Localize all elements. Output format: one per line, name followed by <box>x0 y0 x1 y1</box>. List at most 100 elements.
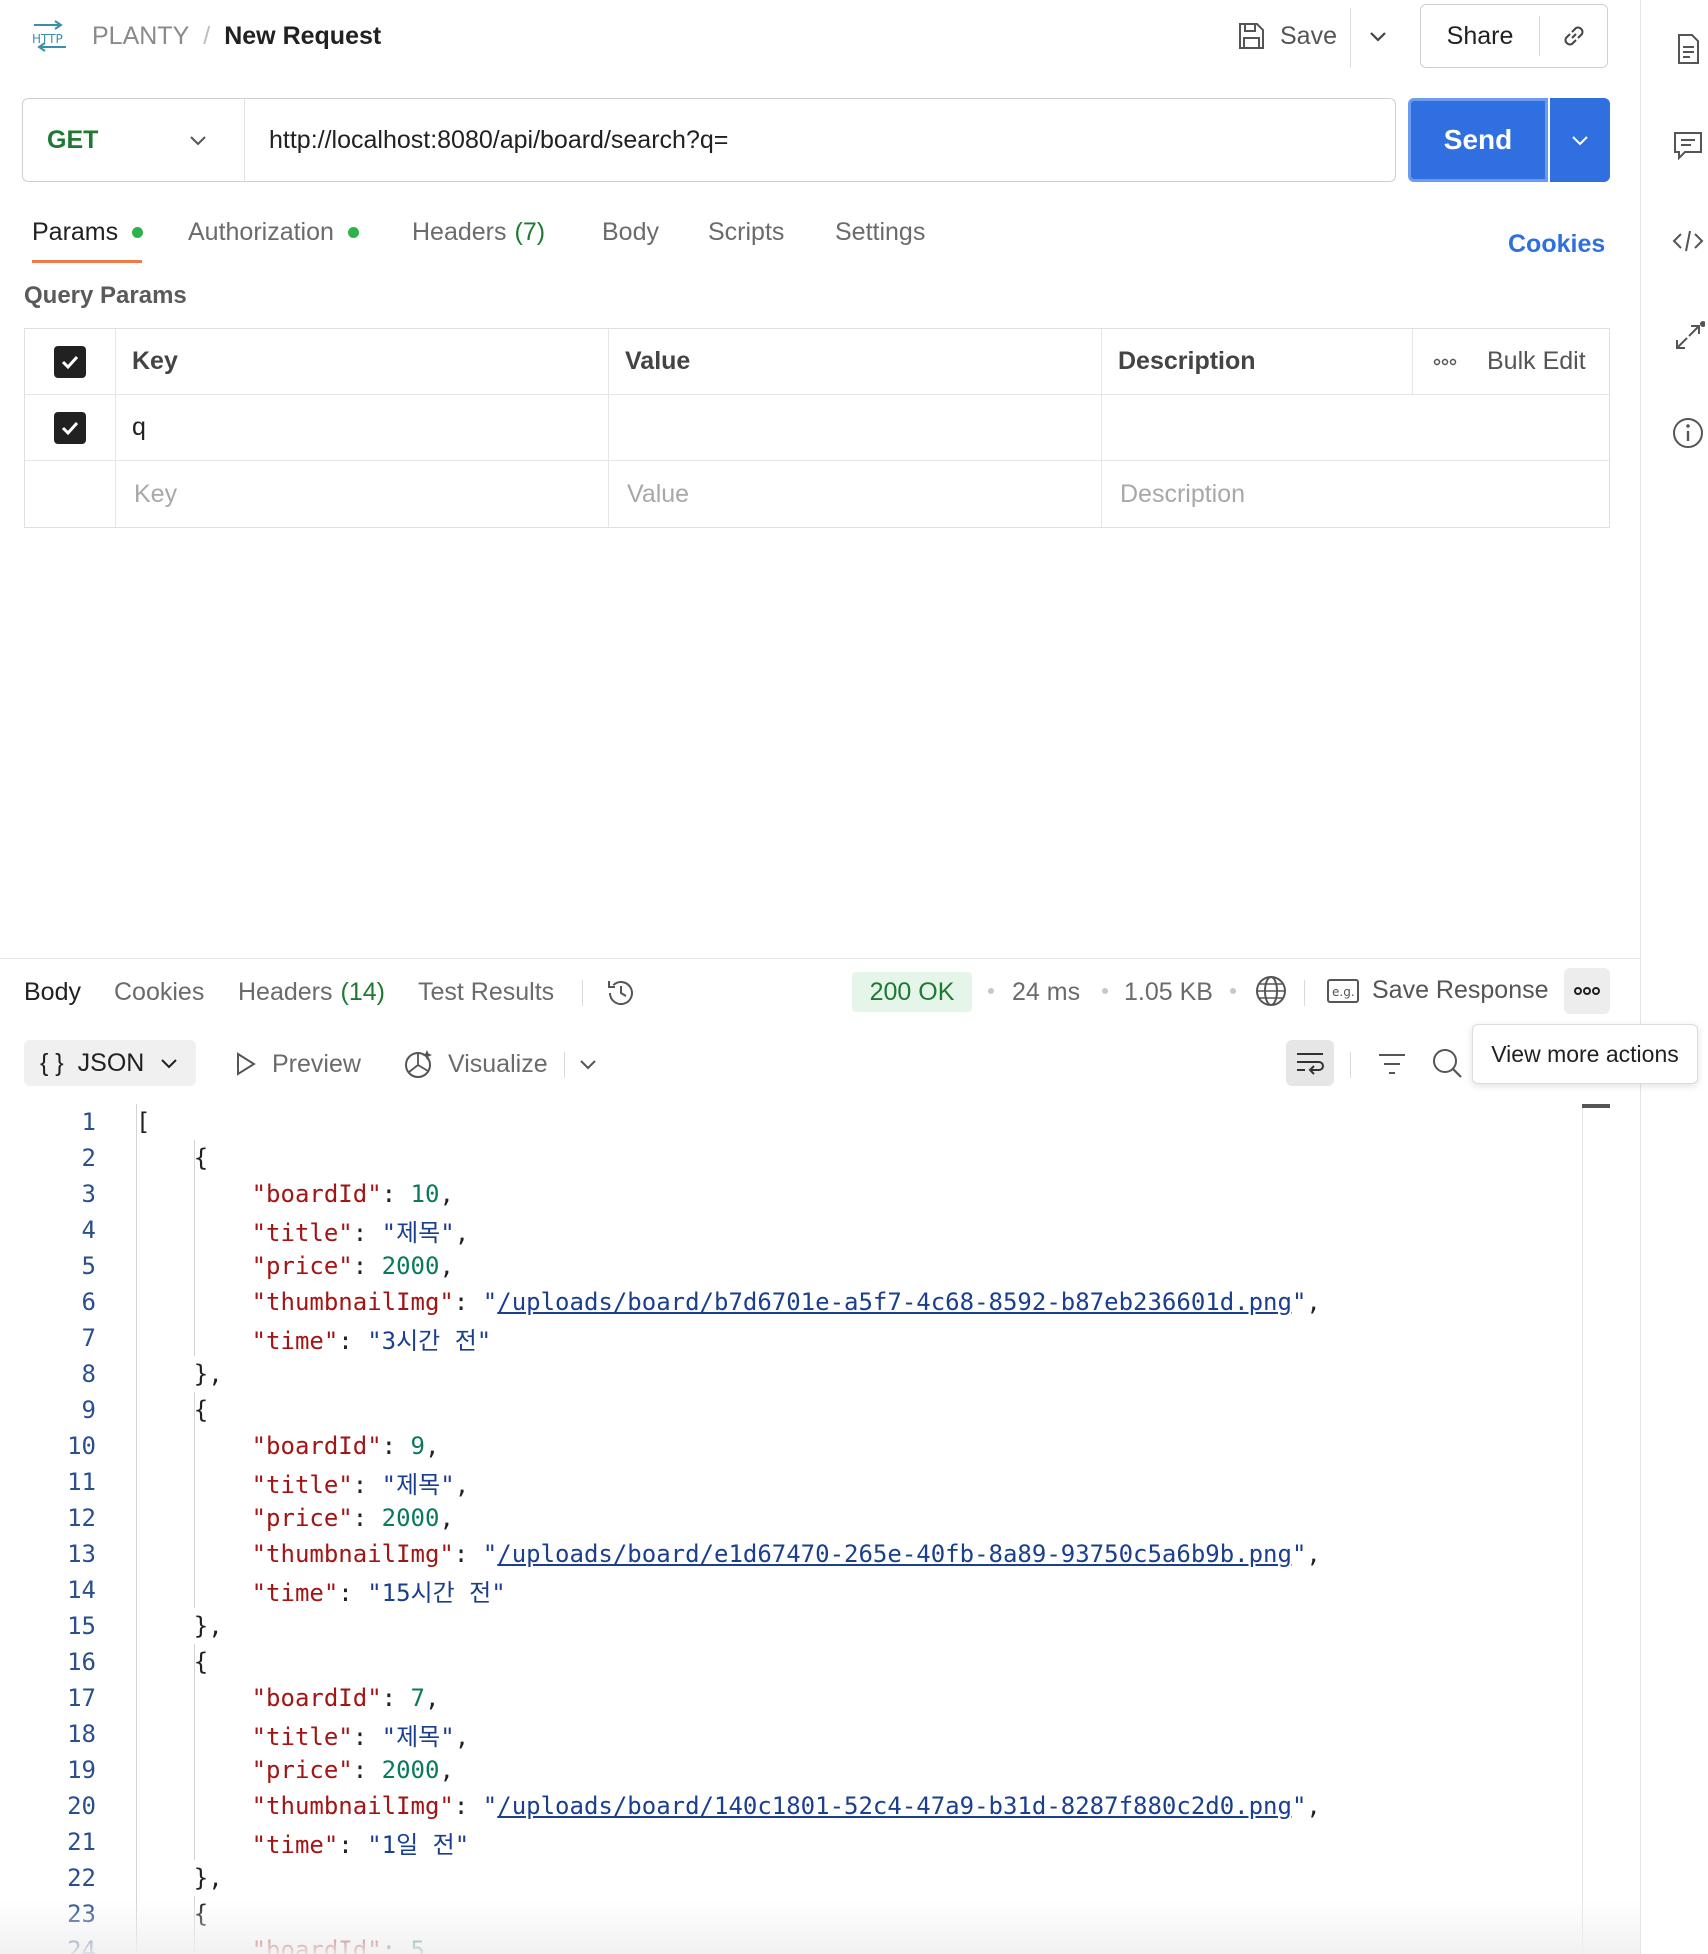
line-number: 17 <box>67 1684 96 1712</box>
related-collections-icon[interactable] <box>1671 320 1705 354</box>
bottom-fade <box>0 1900 1640 1954</box>
param-enabled-checkbox[interactable] <box>54 411 86 444</box>
tab-count: (7) <box>514 217 546 246</box>
code-text: "thumbnailImg": "/uploads/board/140c1801… <box>251 1792 1321 1820</box>
tab-label: Params <box>32 217 119 246</box>
url-input[interactable]: http://localhost:8080/api/board/search?q… <box>245 126 728 155</box>
svg-text:e.g.: e.g. <box>1332 985 1355 999</box>
code-text: "boardId": 7, <box>251 1684 440 1712</box>
line-number: 12 <box>67 1504 96 1532</box>
send-button[interactable]: Send <box>1408 98 1548 182</box>
wrap-lines-button[interactable] <box>1286 1040 1334 1086</box>
response-body-code-view[interactable]: 1[2 {3 "boardId": 10, 4 "title": "제목", 5 "… <box>0 1104 1590 1954</box>
code-text: "price": 2000, <box>251 1504 454 1532</box>
documentation-icon[interactable] <box>1671 32 1705 66</box>
response-size[interactable]: 1.05 KB <box>1124 978 1213 1007</box>
tab-scripts[interactable]: Scripts <box>708 214 784 250</box>
share-button[interactable]: Share <box>1421 22 1539 51</box>
code-scrollbar[interactable] <box>1582 1104 1583 1954</box>
save-options-chevron-down-icon[interactable] <box>1364 22 1392 50</box>
send-options-chevron-down-icon[interactable] <box>1550 98 1610 182</box>
line-number: 14 <box>67 1576 96 1604</box>
save-button[interactable]: Save <box>1236 12 1337 60</box>
status-dot <box>132 226 144 238</box>
status-badge[interactable]: 200 OK <box>852 972 972 1012</box>
code-line: 17 "boardId": 7, <box>0 1680 1590 1716</box>
json-braces-icon: { } <box>40 1048 64 1077</box>
response-tab-test-results[interactable]: Test Results <box>418 974 554 1010</box>
chevron-down-icon <box>186 128 210 152</box>
save-response-label: Save Response <box>1372 976 1549 1004</box>
network-globe-icon[interactable] <box>1254 974 1288 1008</box>
code-text: "title": "제목", <box>251 1218 470 1247</box>
tab-headers[interactable]: Headers (7) <box>412 214 545 250</box>
param-description-input[interactable] <box>1102 395 1611 460</box>
row-check-cell <box>25 395 116 460</box>
http-method-select[interactable]: GET <box>23 99 245 181</box>
code-text: "price": 2000, <box>251 1756 454 1784</box>
tab-settings[interactable]: Settings <box>835 214 925 250</box>
tab-body[interactable]: Body <box>602 214 659 250</box>
copy-link-icon[interactable] <box>1540 21 1607 51</box>
new-key-input[interactable]: Key <box>116 461 609 527</box>
share-group: Share <box>1420 4 1608 68</box>
tab-authorization[interactable]: Authorization <box>188 214 359 250</box>
tab-params[interactable]: Params <box>32 214 144 250</box>
view-more-actions-button[interactable] <box>1564 968 1610 1014</box>
info-icon[interactable] <box>1671 416 1705 450</box>
save-response-button[interactable]: e.g. Save Response <box>1326 976 1549 1005</box>
code-line: 10 "boardId": 9, <box>0 1428 1590 1464</box>
code-line: 16 { <box>0 1644 1590 1680</box>
code-line: 1[ <box>0 1104 1590 1140</box>
response-time[interactable]: 24 ms <box>1012 978 1080 1007</box>
request-url-bar: GET http://localhost:8080/api/board/sear… <box>22 98 1396 182</box>
svg-text:HTTP: HTTP <box>32 32 63 46</box>
comments-icon[interactable] <box>1671 128 1705 162</box>
visualize-button[interactable]: Visualize <box>402 1046 548 1082</box>
line-number: 5 <box>81 1252 96 1280</box>
view-options-chevron-down-icon[interactable] <box>576 1052 600 1076</box>
line-number: 21 <box>67 1828 96 1856</box>
more-options-icon[interactable] <box>1433 357 1457 367</box>
param-value-input[interactable] <box>609 395 1102 460</box>
tab-divider <box>582 980 583 1006</box>
line-number: 13 <box>67 1540 96 1568</box>
code-snippet-icon[interactable] <box>1671 224 1705 258</box>
line-number: 15 <box>67 1612 96 1640</box>
toolbar-divider <box>564 1052 565 1078</box>
code-line: 14 "time": "15시간 전" <box>0 1572 1590 1608</box>
response-format-select[interactable]: { } JSON <box>24 1040 196 1086</box>
select-all-checkbox[interactable] <box>54 345 86 378</box>
new-value-input[interactable]: Value <box>609 461 1102 527</box>
response-tab-body[interactable]: Body <box>24 974 81 1010</box>
preview-label: Preview <box>272 1049 361 1078</box>
line-number: 19 <box>67 1756 96 1784</box>
request-name[interactable]: New Request <box>224 22 381 51</box>
column-header-value: Value <box>609 329 1102 394</box>
new-description-input[interactable]: Description <box>1102 461 1611 527</box>
bulk-edit-button[interactable]: Bulk Edit <box>1487 347 1586 376</box>
visualize-icon <box>402 1048 434 1080</box>
preview-button[interactable]: Preview <box>232 1046 361 1082</box>
response-tab-cookies[interactable]: Cookies <box>114 974 204 1010</box>
meta-separator <box>1102 988 1108 994</box>
code-line: 20 "thumbnailImg": "/uploads/board/140c1… <box>0 1788 1590 1824</box>
filter-icon[interactable] <box>1376 1048 1408 1080</box>
code-line: 12 "price": 2000, <box>0 1500 1590 1536</box>
breadcrumb-workspace[interactable]: PLANTY <box>92 22 189 51</box>
code-line: 13 "thumbnailImg": "/uploads/board/e1d67… <box>0 1536 1590 1572</box>
history-icon[interactable] <box>604 976 638 1010</box>
cookies-link[interactable]: Cookies <box>1508 230 1605 259</box>
code-text: "title": "제목", <box>251 1722 470 1751</box>
line-number: 11 <box>67 1468 96 1496</box>
meta-separator <box>1230 988 1236 994</box>
search-icon[interactable] <box>1430 1046 1464 1080</box>
status-dot <box>347 226 359 238</box>
code-scrollbar-thumb[interactable] <box>1582 1104 1610 1108</box>
code-line: 4 "title": "제목", <box>0 1212 1590 1248</box>
tab-label: Body <box>602 217 659 246</box>
response-tab-headers[interactable]: Headers (14) <box>238 974 385 1010</box>
param-key-input[interactable]: q <box>116 395 609 460</box>
line-number: 18 <box>67 1720 96 1748</box>
code-line: 18 "title": "제목", <box>0 1716 1590 1752</box>
